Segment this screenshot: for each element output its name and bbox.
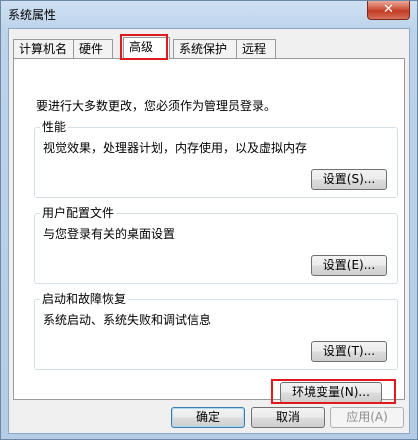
startup-recovery-group-title: 启动和故障恢复 <box>40 292 129 306</box>
highlight-advanced-tab <box>120 34 168 60</box>
close-icon: ✕ <box>383 2 394 17</box>
tab-computer-name[interactable]: 计算机名 <box>13 39 74 58</box>
advanced-tab-panel: 要进行大多数更改，您必须作为管理员登录。 性能 视觉效果，处理器计划，内存使用，… <box>13 58 405 404</box>
performance-settings-button[interactable]: 设置(S)... <box>311 169 387 190</box>
tab-system-protection[interactable]: 系统保护 <box>173 39 237 58</box>
title-bar[interactable]: 系统属性 ✕ <box>1 1 417 28</box>
tab-remote[interactable]: 远程 <box>236 39 276 58</box>
user-profiles-settings-button[interactable]: 设置(E)... <box>311 255 387 276</box>
startup-recovery-group: 启动和故障恢复 系统启动、系统失败和调试信息 设置(T)... <box>34 292 398 370</box>
startup-recovery-desc: 系统启动、系统失败和调试信息 <box>43 313 212 327</box>
system-properties-window: 系统属性 ✕ 计算机名 硬件 高级 系统保护 远程 要进行大多数更改，您必须作为… <box>0 0 418 440</box>
cancel-button[interactable]: 取消 <box>251 407 325 428</box>
close-button[interactable]: ✕ <box>367 1 410 20</box>
performance-group-title: 性能 <box>40 120 69 134</box>
startup-recovery-settings-button[interactable]: 设置(T)... <box>311 341 387 362</box>
admin-notice: 要进行大多数更改，您必须作为管理员登录。 <box>36 99 277 113</box>
performance-group: 性能 视觉效果，处理器计划，内存使用，以及虚拟内存 设置(S)... <box>34 120 398 198</box>
highlight-env-button <box>271 379 396 404</box>
user-profiles-desc: 与您登录有关的桌面设置 <box>43 227 176 241</box>
window-title: 系统属性 <box>8 8 57 22</box>
user-profiles-group-title: 用户配置文件 <box>40 206 117 220</box>
user-profiles-group: 用户配置文件 与您登录有关的桌面设置 设置(E)... <box>34 206 398 284</box>
dialog-client-area: 计算机名 硬件 高级 系统保护 远程 要进行大多数更改，您必须作为管理员登录。 … <box>8 28 410 434</box>
apply-button[interactable]: 应用(A) <box>330 407 404 428</box>
tab-hardware[interactable]: 硬件 <box>73 39 113 58</box>
performance-desc: 视觉效果，处理器计划，内存使用，以及虚拟内存 <box>43 141 308 155</box>
ok-button[interactable]: 确定 <box>171 407 245 428</box>
